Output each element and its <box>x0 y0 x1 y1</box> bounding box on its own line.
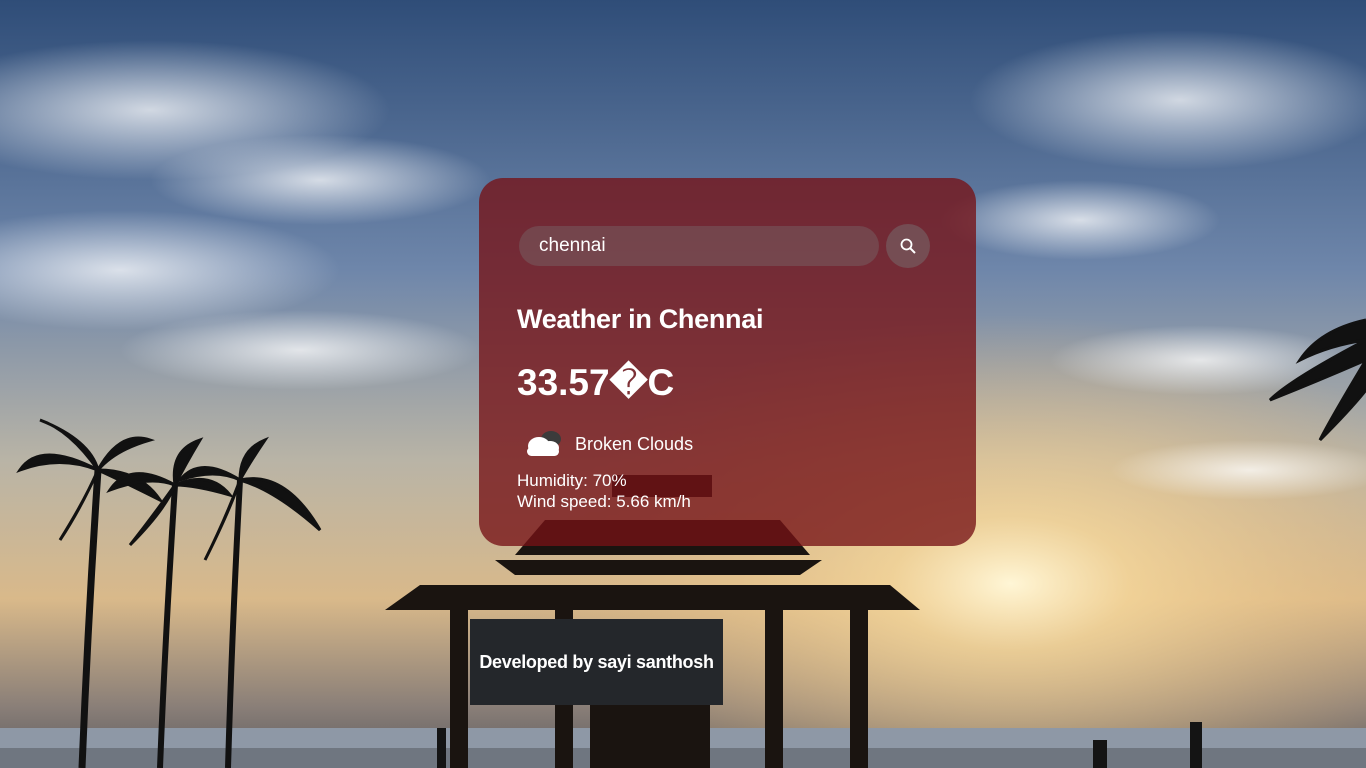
footer-credit: Developed by sayi santhosh <box>470 619 723 705</box>
weather-description: Broken Clouds <box>575 433 694 454</box>
broken-clouds-icon <box>527 431 561 456</box>
search-bar <box>517 224 936 268</box>
search-button[interactable] <box>886 224 930 268</box>
temperature-value: 33.57�C <box>517 362 675 403</box>
search-input[interactable] <box>519 226 879 266</box>
weather-description-row: Broken Clouds <box>517 426 936 462</box>
weather-card: Weather in Chennai 33.57�C Broken Clouds… <box>479 178 976 546</box>
city-heading: Weather in Chennai <box>517 304 764 334</box>
humidity-text: Humidity: 70% <box>517 471 627 490</box>
wind-speed-text: Wind speed: 5.66 km/h <box>517 492 691 511</box>
search-icon <box>900 238 916 254</box>
